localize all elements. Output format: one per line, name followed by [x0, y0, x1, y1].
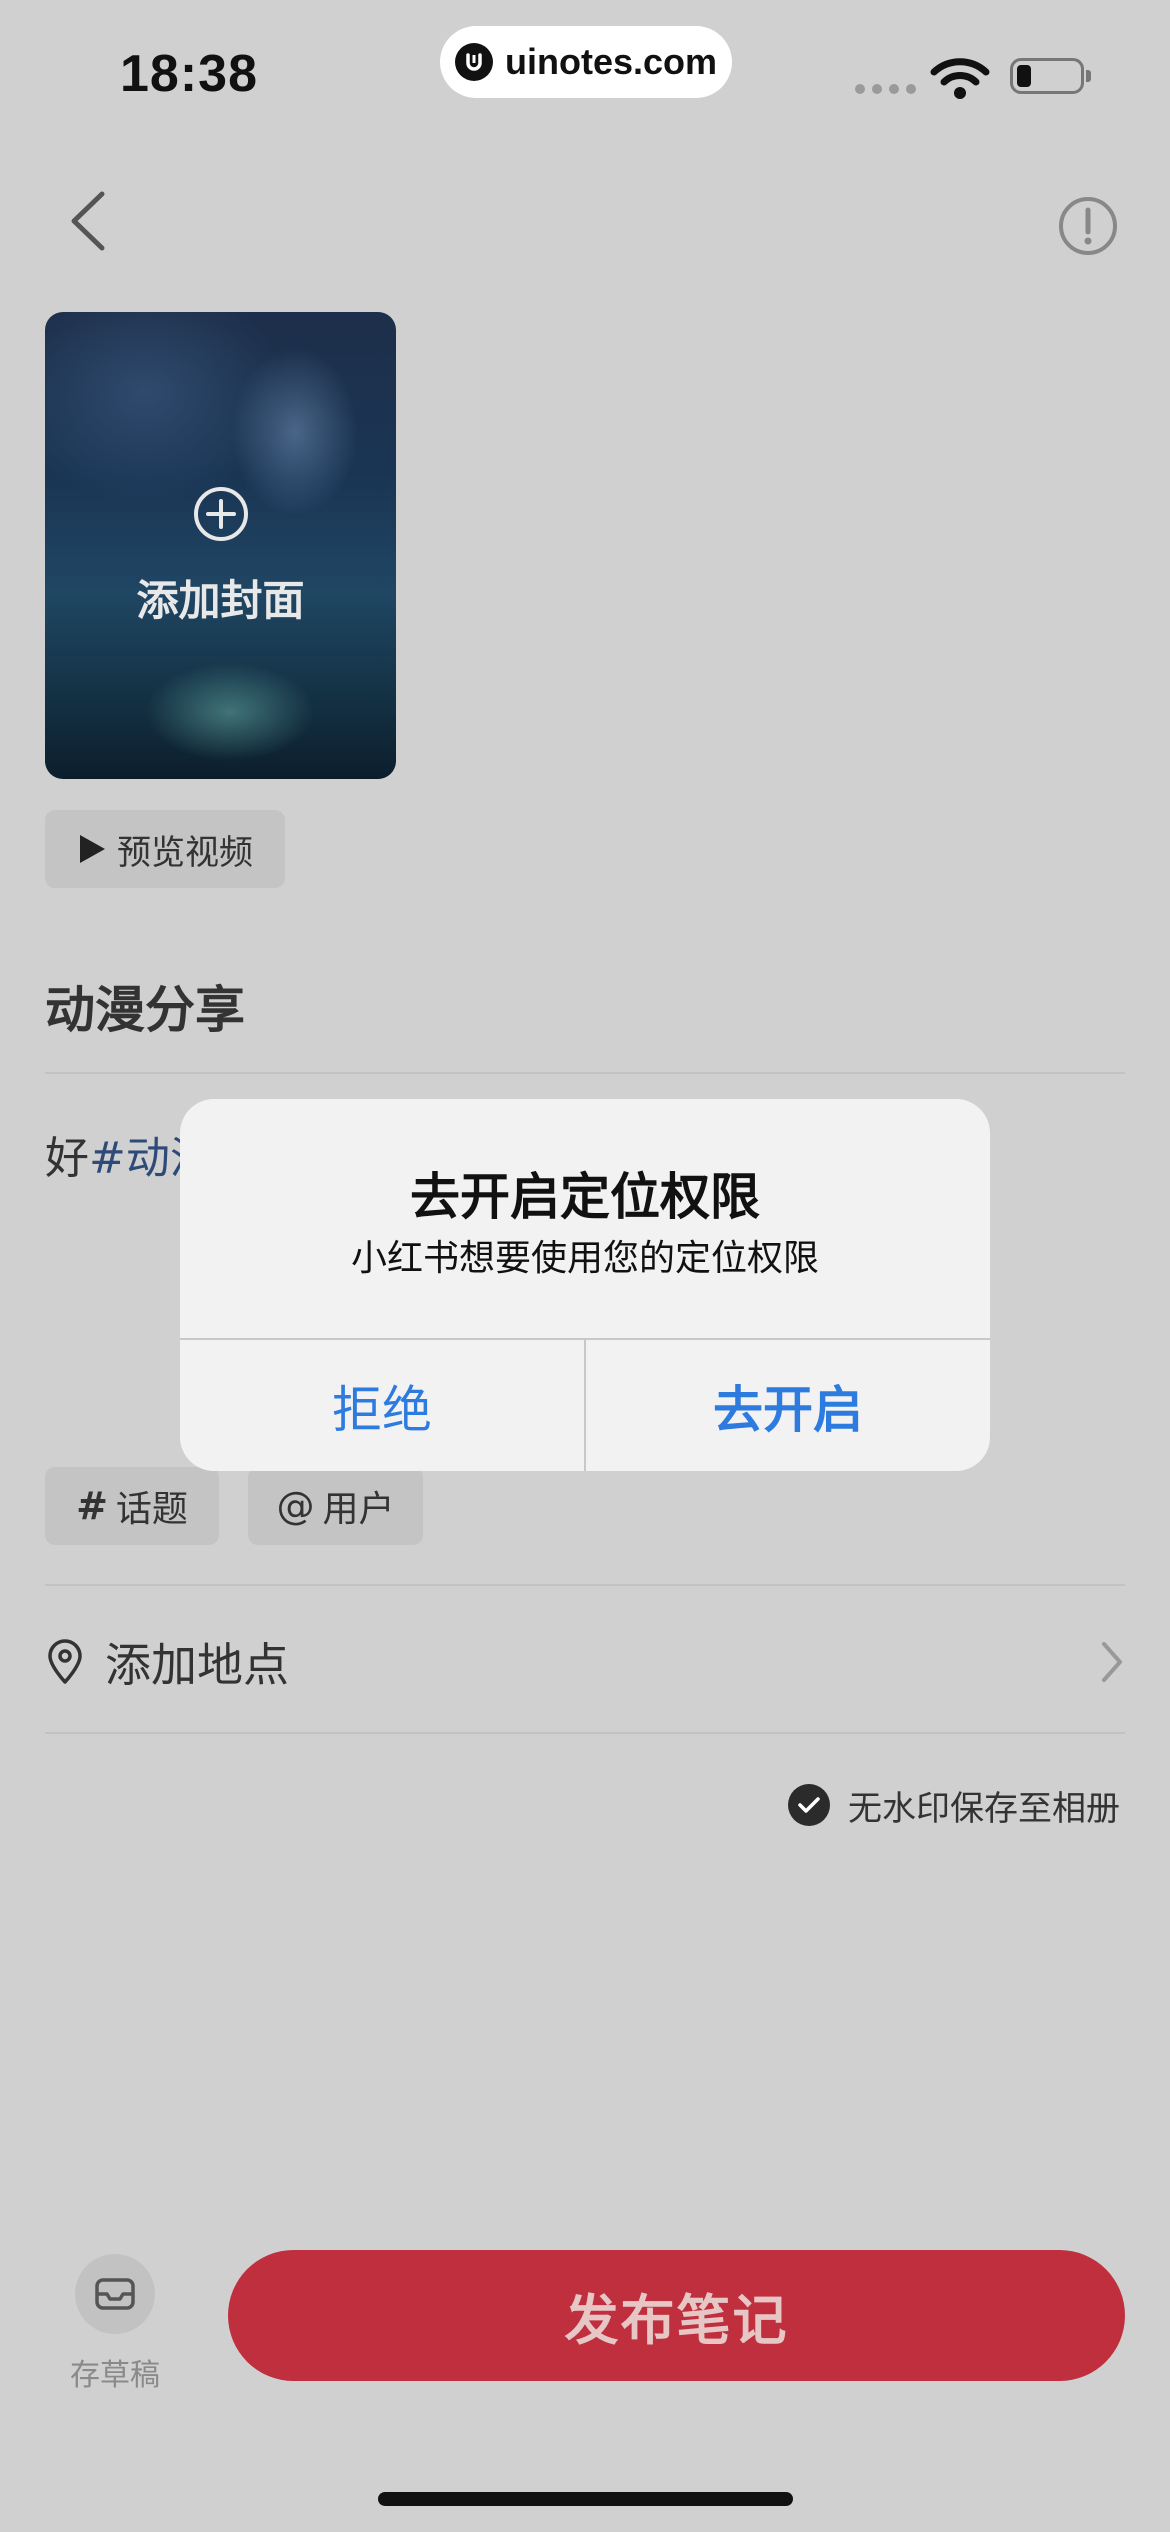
- battery-tip: [1086, 70, 1091, 82]
- alert-title: 去开启定位权限: [410, 1168, 760, 1226]
- watermark-text: uinotes.com: [504, 41, 718, 82]
- publish-note-button[interactable]: 发布笔记: [228, 2250, 1125, 2381]
- note-title-input[interactable]: 动漫分享: [45, 970, 245, 1042]
- save-to-album-toggle[interactable]: 无水印保存至相册: [788, 1780, 1120, 1830]
- uinotes-logo-icon: [454, 43, 493, 81]
- topic-chip-button[interactable]: # 话题: [45, 1467, 219, 1545]
- enable-location-button[interactable]: 去开启: [586, 1340, 990, 1471]
- watermark-badge: uinotes.com: [440, 26, 732, 98]
- cover-thumbnail[interactable]: 添加封面: [45, 312, 396, 779]
- save-to-album-label: 无水印保存至相册: [848, 1788, 1120, 1829]
- user-chip-label: 用户: [322, 1489, 395, 1530]
- checkmark-icon: [788, 1784, 830, 1826]
- save-draft-label[interactable]: 存草稿: [60, 2350, 170, 2394]
- home-indicator: [378, 2492, 793, 2506]
- back-arrow-icon[interactable]: [62, 186, 118, 256]
- hashtag-icon: #: [76, 1484, 108, 1528]
- wifi-icon: [930, 58, 990, 99]
- add-circle-icon: [194, 487, 248, 541]
- chips-divider: [45, 1584, 1125, 1586]
- location-pin-icon: [48, 1639, 82, 1684]
- add-location-label: 添加地点: [105, 1638, 289, 1692]
- exclamation-info-icon[interactable]: [1058, 196, 1118, 256]
- add-location-row[interactable]: 添加地点: [45, 1620, 1125, 1704]
- preview-video-label: 预览视频: [117, 832, 253, 873]
- location-permission-alert: 去开启定位权限 小红书想要使用您的定位权限 拒绝 去开启: [180, 1099, 990, 1471]
- battery-icon: [1010, 58, 1084, 94]
- chevron-right-icon: [1102, 1642, 1122, 1682]
- mention-user-chip-button[interactable]: @ 用户: [248, 1467, 423, 1545]
- note-body-text: 好: [45, 1133, 89, 1184]
- status-time: 18:38: [120, 45, 258, 103]
- preview-video-button[interactable]: 预览视频: [45, 810, 285, 888]
- play-icon: [80, 835, 105, 863]
- add-cover-label: 添加封面: [136, 576, 305, 625]
- deny-button[interactable]: 拒绝: [180, 1340, 584, 1471]
- at-icon: @: [276, 1484, 315, 1528]
- draft-box-icon[interactable]: [75, 2254, 155, 2334]
- alert-message: 小红书想要使用您的定位权限: [350, 1238, 819, 1279]
- cellular-signal-icon: [855, 84, 916, 94]
- topic-chip-label: 话题: [115, 1489, 188, 1530]
- title-divider: [45, 1072, 1125, 1074]
- location-divider: [45, 1732, 1125, 1734]
